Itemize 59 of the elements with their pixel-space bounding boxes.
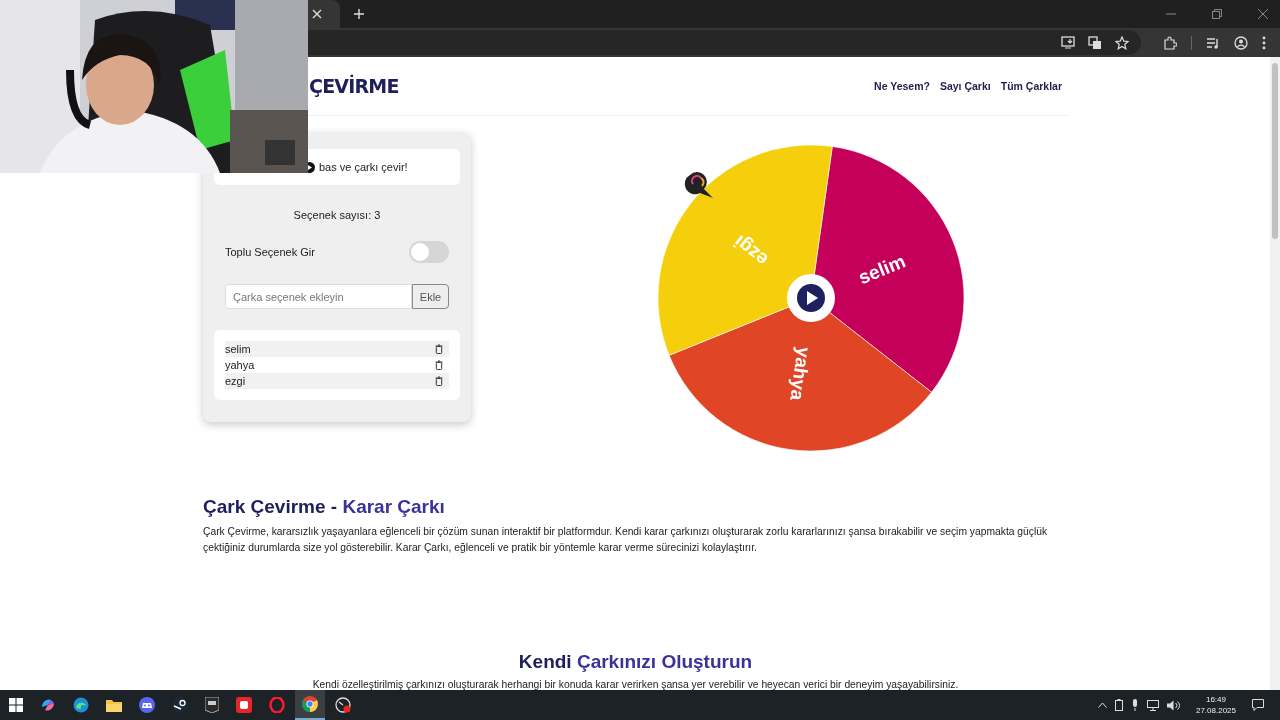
option-name: selim [225,343,251,355]
swirl-icon[interactable] [40,697,56,713]
toggle-label: Toplu Seçenek Gir [225,246,315,258]
scrollbar[interactable] [1270,57,1280,690]
menu-icon[interactable] [1262,35,1266,50]
option-row[interactable]: yahya [225,357,449,373]
option-row[interactable]: selim [225,341,449,357]
gauge-icon[interactable] [335,697,351,713]
section-heading: Çark Çevirme - Karar Çarkı [203,496,446,518]
segment-label: yahya [786,345,815,402]
start-icon[interactable] [9,698,23,712]
notification-icon[interactable] [1252,699,1264,711]
option-count: Seçenek sayısı: 3 [292,209,382,221]
segment-label: ezgi [729,231,772,271]
nav-link[interactable]: Ne Yesem? [874,80,930,92]
controller-icon[interactable] [139,697,155,713]
microphone-icon[interactable] [1130,699,1139,711]
spin-button[interactable] [787,274,835,322]
profile-icon[interactable] [1234,35,1248,50]
toggle-switch[interactable] [409,241,449,263]
nav-link[interactable]: Tüm Çarklar [1000,80,1062,92]
close-tab-icon[interactable] [312,9,322,19]
folder-icon[interactable] [106,698,122,712]
nav-link[interactable]: Sayı Çarkı [939,80,991,92]
chevron-up-icon[interactable] [1097,702,1107,708]
shield-icon[interactable] [205,697,219,713]
install-icon[interactable] [1061,36,1075,49]
segment-label: selim [855,250,909,289]
speaker-icon[interactable] [1166,699,1180,711]
scrollbar-thumb[interactable] [1272,63,1278,239]
trash-icon[interactable] [435,360,443,370]
option-row[interactable]: ezgi [225,373,449,389]
translate-icon[interactable] [1088,35,1102,50]
trash-icon[interactable] [435,376,443,386]
browser-icon [302,696,318,712]
section-paragraph: Çark Çevirme, kararsızlık yaşayanlara eğlenceli bir çözüm sunan interaktif bir platformdur. Kendi karar çarkınızı oluşturarak zorlu kararlarınızı şansa bırakabilir ve seçim yapmakta güçlük çektiğiniz durumlarda size yol gösterebilir. Karar Çarkı, eğlenceli ve pratik bir yöntemle karar verme sürecinizi kolaylaştırır. [203,525,1049,555]
clock-time[interactable]: 16:49 [1205,694,1226,705]
trash-icon[interactable] [435,344,443,354]
instruction-text: bas ve çarkı çevir! [319,161,408,173]
add-button[interactable]: Ekle [412,284,449,309]
section-heading: Kendi Çarkınızı Oluşturun [517,651,754,673]
puzzle-icon[interactable] [1163,35,1177,50]
site-logo[interactable]: ÇEVİRME [309,75,399,97]
media-icon[interactable] [1206,36,1220,49]
star-icon[interactable] [1115,35,1129,50]
new-tab-icon[interactable] [354,9,364,19]
restore-icon[interactable] [1212,9,1222,19]
battery-icon[interactable] [1114,699,1123,711]
option-input-field[interactable]: Çarka seçenek ekleyin [225,284,412,309]
section-paragraph: Kendi özelleştirilmiş çarkınızı oluşturarak herhangi bir konuda karar verirken şansa yer verebilir ve heyecan verici bir deneyim yaşayabilirsiniz. [311,678,960,690]
browser-taskbar-button[interactable] [295,690,325,720]
wave-icon[interactable] [73,697,89,713]
close-icon[interactable] [1258,9,1268,19]
ring-icon[interactable] [269,697,285,713]
network-icon[interactable] [1146,699,1159,711]
option-name: yahya [225,359,255,371]
clock-date[interactable]: 27.08.2025 [1195,705,1236,716]
option-name: ezgi [225,375,246,387]
pin-icon [684,172,713,198]
